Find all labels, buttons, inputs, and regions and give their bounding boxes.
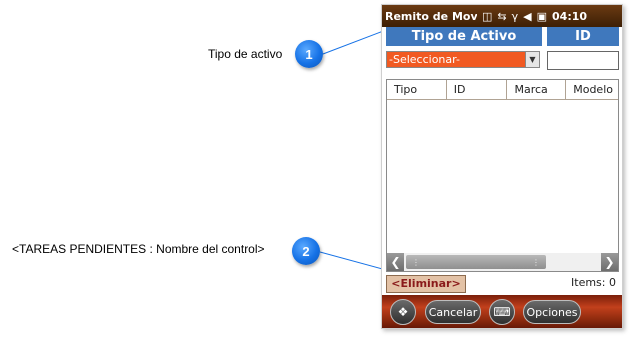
eliminar-button[interactable]: <Eliminar> (386, 275, 466, 293)
battery-icon[interactable]: ▣ (537, 10, 547, 23)
scroll-thumb[interactable]: ⋮ ⋮ (406, 255, 546, 269)
softkey-bar: ❖ Cancelar ⌨ Opciones (382, 295, 622, 328)
chevron-down-icon[interactable]: ▼ (525, 52, 539, 67)
tipo-activo-dropdown[interactable]: -Seleccionar- ▼ (386, 51, 540, 68)
cancel-button[interactable]: Cancelar (425, 300, 481, 324)
tipo-activo-selected-value: -Seleccionar- (387, 52, 525, 67)
clock-time: 04:10 (552, 9, 588, 23)
callout-2-badge: 2 (292, 237, 320, 265)
column-header-marca[interactable]: Marca (507, 80, 567, 99)
speaker-icon[interactable]: ◀ (523, 10, 531, 23)
tipo-activo-header: Tipo de Activo (386, 27, 542, 46)
pending-tasks-grid[interactable]: Tipo ID Marca Modelo ❮ ⋮ ⋮ ❯ (386, 79, 619, 272)
status-bar: Remito de Movii ◫ ⇆ γ ◀ ▣ 04:10 (382, 5, 622, 27)
signal-icon[interactable]: γ (512, 10, 519, 23)
horizontal-scrollbar[interactable]: ❮ ⋮ ⋮ ❯ (387, 253, 618, 271)
column-header-tipo[interactable]: Tipo (387, 80, 447, 99)
scroll-right-icon[interactable]: ❯ (601, 253, 618, 271)
notification-icon[interactable]: ◫ (482, 10, 492, 23)
mobile-device-screen: Remito de Movii ◫ ⇆ γ ◀ ▣ 04:10 Tipo de … (381, 4, 623, 329)
callout-1-label: Tipo de activo (208, 47, 283, 61)
keyboard-icon[interactable]: ⌨ (489, 299, 515, 325)
callout-2-label: <TAREAS PENDIENTES : Nombre del control> (12, 242, 265, 256)
scroll-track[interactable]: ⋮ ⋮ (404, 253, 601, 271)
options-button[interactable]: Opciones (523, 300, 581, 324)
column-header-modelo[interactable]: Modelo (566, 80, 618, 99)
grid-header-row: Tipo ID Marca Modelo (387, 80, 618, 100)
windows-start-icon[interactable]: ❖ (390, 299, 416, 325)
id-header: ID (547, 27, 619, 46)
scroll-left-icon[interactable]: ❮ (387, 253, 404, 271)
callout-1-badge: 1 (295, 40, 323, 68)
column-header-id[interactable]: ID (446, 80, 508, 99)
app-title: Remito de Movii (385, 9, 477, 23)
id-input[interactable] (547, 51, 619, 70)
items-count: Items: 0 (571, 276, 616, 289)
sync-icon[interactable]: ⇆ (497, 10, 506, 23)
